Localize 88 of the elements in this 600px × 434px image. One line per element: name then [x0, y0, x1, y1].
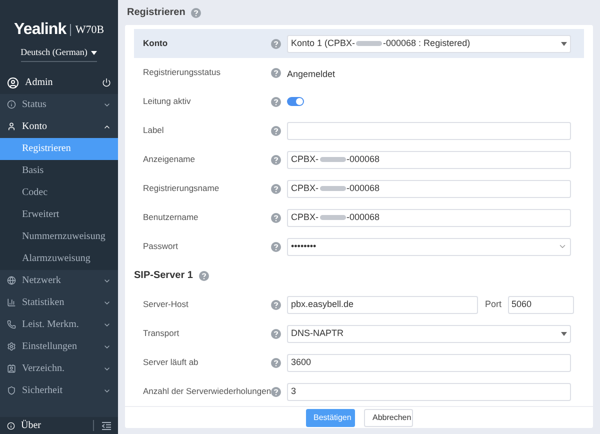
menu-item[interactable]: Leist. Merkm. [0, 314, 118, 336]
field-value: DNS-NAPTR [291, 326, 344, 340]
input-field[interactable]: CPBX- -000068 [287, 180, 571, 198]
chevron-icon[interactable] [558, 242, 567, 251]
field-value: -000068 [346, 152, 380, 166]
dropdown-caret-icon [561, 332, 567, 336]
field-value: •••••••• [291, 240, 316, 253]
contact-card-icon [7, 364, 16, 373]
field-label: Anzahl der Serverwiederholungen [142, 386, 271, 397]
field-value: 3 [291, 384, 296, 398]
field-label: Transport [142, 328, 180, 339]
brand-logo: Yealink [14, 20, 66, 40]
input-field[interactable]: CPBX- -000068 [287, 208, 571, 226]
shield-icon [7, 386, 16, 395]
user-icon [7, 122, 16, 131]
input-field[interactable]: 3 [287, 382, 571, 400]
field-label: Passwort [142, 241, 179, 252]
field-label: Registrierungsname [142, 183, 220, 194]
field-value: CPBX- [291, 152, 319, 166]
bar-chart-icon [7, 298, 16, 307]
field-label: Server läuft ab [142, 357, 200, 368]
help-icon[interactable] [271, 38, 281, 48]
help-icon[interactable] [271, 96, 281, 106]
field-label: Server-Host [142, 299, 190, 310]
field-value: -000068 [346, 182, 380, 195]
caret-icon [91, 50, 98, 55]
cancel-button[interactable]: Abbrechen [364, 408, 412, 426]
info-icon [7, 422, 15, 430]
input-field[interactable]: 3600 [287, 354, 571, 372]
help-icon[interactable] [271, 386, 281, 396]
field-value: Konto 1 (CPBX- [291, 36, 356, 50]
model-name: W70B [75, 22, 104, 38]
collapse-menu-icon[interactable] [102, 422, 111, 430]
toggle-switch[interactable] [287, 97, 304, 106]
help-icon[interactable] [198, 270, 209, 280]
status-text: Angemeldet [287, 68, 336, 78]
input-field[interactable] [287, 122, 571, 140]
language-dropdown[interactable]: Deutsch (German) [20, 46, 98, 62]
help-icon[interactable] [271, 328, 281, 338]
power-icon[interactable] [102, 78, 111, 87]
user-avatar-icon [7, 76, 19, 88]
help-icon[interactable] [271, 126, 281, 136]
password-field[interactable]: •••••••• [287, 238, 571, 256]
submenu-item[interactable]: Nummernzuweisung [0, 226, 118, 248]
menu-item[interactable]: Netzwerk [0, 270, 118, 292]
field-value: -000068 : Registered) [383, 36, 470, 50]
dropdown-caret-icon [561, 42, 567, 46]
menu-item[interactable]: Status [0, 94, 118, 116]
help-icon[interactable] [271, 184, 281, 194]
menu-item[interactable]: Einstellungen [0, 336, 118, 358]
field-label: Leitung aktiv [142, 96, 192, 107]
submenu-item[interactable]: Alarmzuweisung [0, 248, 118, 270]
help-icon[interactable] [271, 300, 281, 310]
menu-item[interactable]: Sicherheit [0, 380, 118, 402]
submenu-item[interactable]: Basis [0, 160, 118, 182]
field-label: Konto [142, 38, 169, 49]
menu-item[interactable]: Verzeichn. [0, 358, 118, 380]
globe-icon [7, 276, 16, 285]
field-value: CPBX- [291, 210, 319, 224]
info-icon [7, 100, 16, 109]
help-icon[interactable] [271, 212, 281, 222]
field-value: -000068 [346, 210, 380, 224]
field-label: Registrierungsstatus [142, 67, 222, 78]
help-icon[interactable] [271, 154, 281, 164]
input-field[interactable]: pbx.easybell.de [287, 296, 478, 314]
field-value: 3600 [291, 356, 312, 369]
port-field[interactable]: 5060 [508, 296, 574, 314]
help-icon[interactable] [271, 242, 281, 252]
phone-icon [7, 320, 16, 329]
select-field[interactable]: Konto 1 (CPBX- -000068 : Registered) [287, 34, 571, 52]
help-icon[interactable] [271, 68, 281, 78]
field-label: Anzeigename [142, 154, 196, 165]
field-label: Benutzername [142, 212, 200, 223]
submenu-item[interactable]: Codec [0, 182, 118, 204]
field-label: Label [142, 125, 165, 136]
help-icon[interactable] [191, 8, 202, 18]
page-title: Registrieren [127, 6, 186, 20]
select-field[interactable]: DNS-NAPTR [287, 324, 571, 342]
user-name: Admin [25, 76, 53, 90]
help-icon[interactable] [271, 358, 281, 368]
input-field[interactable]: CPBX- -000068 [287, 150, 571, 168]
menu-item[interactable]: Konto [0, 116, 118, 138]
menu-item[interactable]: Statistiken [0, 292, 118, 314]
port-label: Port [485, 298, 502, 311]
section-title: SIP-Server 1 [134, 269, 193, 283]
field-value: CPBX- [291, 182, 319, 195]
submenu-item[interactable]: Erweitert [0, 204, 118, 226]
gear-icon [7, 342, 16, 351]
